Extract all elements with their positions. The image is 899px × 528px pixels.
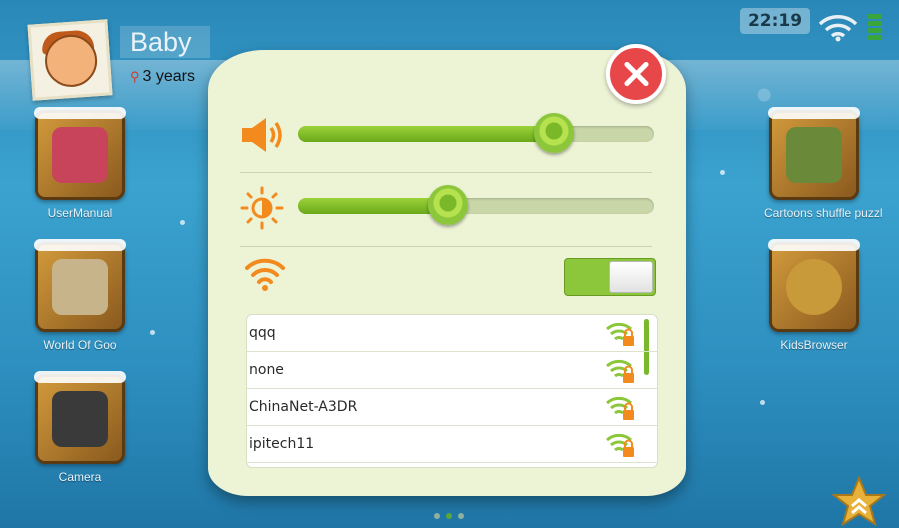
wifi-network-name: ChinaNet-A3DR <box>249 399 358 415</box>
volume-slider[interactable] <box>298 113 654 153</box>
wifi-toggle-thumb <box>609 261 653 293</box>
wifi-network-item[interactable]: qqq <box>247 315 657 352</box>
divider <box>240 172 652 173</box>
snow-dot <box>760 400 765 405</box>
age-pin-icon: ⚲ <box>130 69 140 84</box>
volume-icon <box>242 118 282 152</box>
globe-icon <box>786 259 842 315</box>
help-icon <box>52 127 108 183</box>
wifi-network-item[interactable]: ipitech11 <box>247 426 657 463</box>
snow-dot <box>180 220 185 225</box>
profile-name: Baby <box>120 26 210 58</box>
page-indicator <box>434 504 470 523</box>
app-label: KidsBrowser <box>780 338 848 352</box>
status-time: 22:19 <box>740 8 810 34</box>
app-kids-browser[interactable]: KidsBrowser <box>764 239 864 352</box>
app-camera[interactable]: Camera <box>30 371 130 484</box>
brightness-slider[interactable] <box>298 185 654 225</box>
brightness-icon <box>240 186 284 230</box>
wifi-toggle[interactable] <box>564 258 656 296</box>
app-user-manual[interactable]: UserManual <box>30 107 130 220</box>
divider <box>240 246 652 247</box>
wifi-network-item[interactable]: none <box>247 352 657 389</box>
app-label: Cartoons shuffle puzzl <box>764 206 883 220</box>
wifi-network-name: qqq <box>249 325 276 341</box>
avatar[interactable] <box>27 19 113 101</box>
close-button[interactable] <box>606 44 666 104</box>
volume-fill <box>298 126 554 142</box>
wifi-lock-icon <box>606 396 634 420</box>
wifi-lock-icon <box>606 433 634 457</box>
brightness-slider-handle[interactable] <box>428 185 468 225</box>
profile-age: ⚲ 3 years <box>130 68 195 86</box>
status-wifi-icon <box>818 15 858 42</box>
wifi-network-name: ipitech11 <box>249 436 315 452</box>
app-cartoons-shuffle-puzzle[interactable]: Cartoons shuffle puzzl <box>764 107 883 220</box>
profile-age-text: 3 years <box>142 68 195 85</box>
wifi-network-list[interactable]: qqq none ChinaNet-A3DR ipitech11 <box>246 314 658 468</box>
world-of-goo-icon <box>52 259 108 315</box>
puzzle-icon <box>786 127 842 183</box>
wifi-network-item[interactable]: ChinaNet-A3DR <box>247 389 657 426</box>
app-world-of-goo[interactable]: World Of Goo <box>30 239 130 352</box>
brightness-fill <box>298 198 448 214</box>
volume-slider-handle[interactable] <box>534 113 574 153</box>
battery-icon <box>868 14 882 40</box>
app-label: Camera <box>58 470 102 484</box>
app-label: UserManual <box>47 206 113 220</box>
star-icon[interactable] <box>832 476 886 528</box>
wifi-icon <box>245 258 285 291</box>
camera-icon <box>52 391 108 447</box>
wifi-lock-icon <box>606 322 634 346</box>
wifi-network-name: none <box>249 362 284 378</box>
wifi-lock-icon <box>606 359 634 383</box>
snow-dot <box>150 330 155 335</box>
app-label: World Of Goo <box>43 338 117 352</box>
snow-dot <box>720 170 725 175</box>
